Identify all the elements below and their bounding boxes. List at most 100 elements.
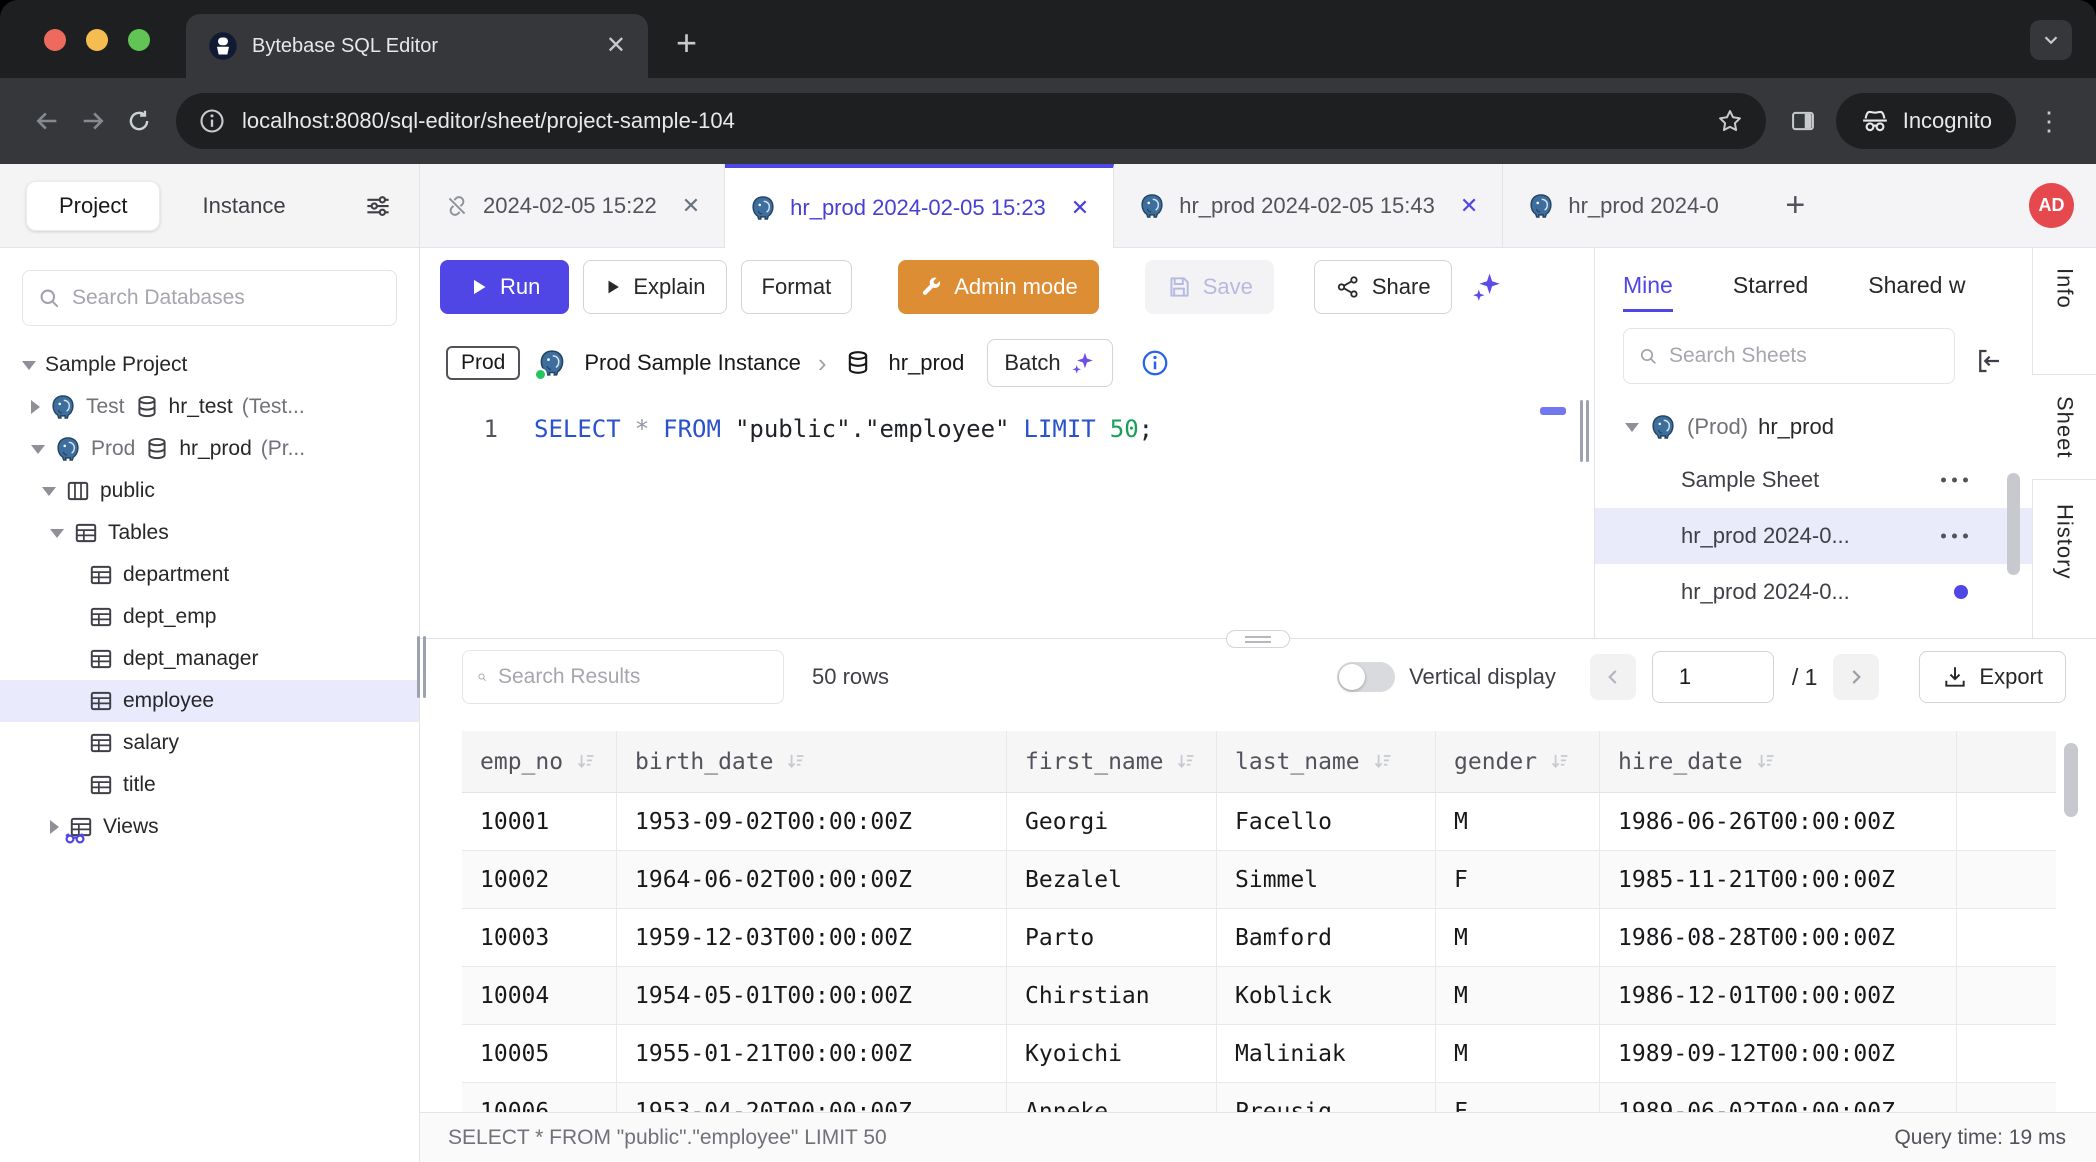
- sort-icon[interactable]: [1175, 751, 1197, 773]
- cell[interactable]: M: [1436, 793, 1600, 851]
- info-circle-icon[interactable]: [1140, 348, 1170, 378]
- tree-item-dept-manager[interactable]: dept_manager: [0, 638, 419, 680]
- run-button[interactable]: Run: [440, 260, 569, 314]
- ai-assistant-button[interactable]: [1470, 270, 1504, 304]
- prev-page-button[interactable]: [1590, 654, 1636, 700]
- cell[interactable]: Preusig: [1217, 1083, 1436, 1112]
- batch-button[interactable]: Batch: [987, 339, 1112, 387]
- close-icon[interactable]: ✕: [682, 193, 700, 219]
- sort-icon[interactable]: [1549, 751, 1571, 773]
- site-info-icon[interactable]: [198, 107, 226, 135]
- sheet-item-sample[interactable]: Sample Sheet: [1595, 452, 2032, 508]
- tab-search-chevron-icon[interactable]: [2030, 20, 2072, 60]
- sidebar-resize-handle[interactable]: [415, 636, 429, 698]
- sort-icon[interactable]: [1755, 751, 1777, 773]
- cell[interactable]: 10001: [462, 793, 617, 851]
- tree-item-dept-emp[interactable]: dept_emp: [0, 596, 419, 638]
- sheet-group-hr-prod[interactable]: (Prod) hr_prod: [1595, 402, 2032, 452]
- save-button[interactable]: Save: [1145, 260, 1274, 314]
- address-bar[interactable]: localhost:8080/sql-editor/sheet/project-…: [176, 93, 1766, 149]
- tree-item-hr-prod[interactable]: Prod hr_prod (Pr...: [0, 428, 419, 470]
- cell[interactable]: 1954-05-01T00:00:00Z: [617, 967, 1007, 1025]
- panel-resize-handle[interactable]: [1576, 248, 1594, 638]
- sheet-item-unsaved[interactable]: hr_prod 2024-0...: [1595, 564, 2032, 620]
- sheet-tab-active[interactable]: hr_prod 2024-02-05 15:23 ✕: [725, 164, 1114, 248]
- sort-icon[interactable]: [575, 751, 597, 773]
- tree-item-tables-group[interactable]: Tables: [0, 512, 419, 554]
- sheet-list-scrollbar[interactable]: [2007, 473, 2020, 575]
- tree-item-hr-test[interactable]: Test hr_test (Test...: [0, 386, 419, 428]
- cell[interactable]: F: [1436, 851, 1600, 909]
- more-icon[interactable]: [1941, 534, 1968, 539]
- cell[interactable]: 10002: [462, 851, 617, 909]
- cell[interactable]: M: [1436, 967, 1600, 1025]
- cell[interactable]: 1986-12-01T00:00:00Z: [1600, 967, 1957, 1025]
- avatar[interactable]: AD: [2029, 183, 2074, 228]
- sheet-tab-clipped[interactable]: hr_prod 2024-0: [1503, 164, 1765, 247]
- sheet-search[interactable]: [1623, 328, 1955, 384]
- tree-item-salary[interactable]: salary: [0, 722, 419, 764]
- table-row[interactable]: 100021964-06-02T00:00:00ZBezalelSimmelF1…: [462, 851, 2056, 909]
- table-row[interactable]: 100011953-09-02T00:00:00ZGeorgiFacelloM1…: [462, 793, 2056, 851]
- column-header[interactable]: first_name: [1007, 731, 1217, 793]
- cell[interactable]: Maliniak: [1217, 1025, 1436, 1083]
- tree-item-schema-public[interactable]: public: [0, 470, 419, 512]
- export-button[interactable]: Export: [1919, 651, 2066, 703]
- cell[interactable]: 1989-09-12T00:00:00Z: [1600, 1025, 1957, 1083]
- bookmark-star-icon[interactable]: [1716, 107, 1744, 135]
- tree-item-project[interactable]: Sample Project: [0, 344, 419, 386]
- sql-editor[interactable]: 1 SELECT*FROM"public"."employee"LIMIT50;: [420, 400, 1576, 638]
- browser-tab[interactable]: Bytebase SQL Editor ✕: [186, 14, 648, 78]
- tree-item-department[interactable]: department: [0, 554, 419, 596]
- format-button[interactable]: Format: [741, 260, 853, 314]
- tree-item-employee[interactable]: employee: [0, 680, 419, 722]
- cell[interactable]: Chirstian: [1007, 967, 1217, 1025]
- cell[interactable]: 1955-01-21T00:00:00Z: [617, 1025, 1007, 1083]
- explain-button[interactable]: Explain: [583, 260, 726, 314]
- cell[interactable]: 1953-09-02T00:00:00Z: [617, 793, 1007, 851]
- cell[interactable]: Georgi: [1007, 793, 1217, 851]
- cell[interactable]: Koblick: [1217, 967, 1436, 1025]
- column-header[interactable]: emp_no: [462, 731, 617, 793]
- tree-item-views-group[interactable]: Views: [0, 806, 419, 848]
- caret-right-icon[interactable]: [31, 400, 40, 414]
- table-row[interactable]: 100061953-04-20T00:00:00ZAnnekePreusigF1…: [462, 1083, 2056, 1112]
- sheet-tab-1543[interactable]: hr_prod 2024-02-05 15:43 ✕: [1114, 164, 1503, 247]
- sheet-tab-unsaved[interactable]: 2024-02-05 15:22 ✕: [420, 164, 725, 247]
- cell[interactable]: Kyoichi: [1007, 1025, 1217, 1083]
- search-results-input[interactable]: [498, 665, 769, 689]
- table-row[interactable]: 100031959-12-03T00:00:00ZPartoBamfordM19…: [462, 909, 2056, 967]
- table-row[interactable]: 100041954-05-01T00:00:00ZChirstianKoblic…: [462, 967, 2056, 1025]
- search-sheets-input[interactable]: [1669, 344, 1940, 368]
- rail-tab-history[interactable]: History: [2052, 504, 2078, 579]
- back-icon[interactable]: [24, 98, 70, 144]
- column-header[interactable]: last_name: [1217, 731, 1436, 793]
- tab-shared-with-me[interactable]: Shared w: [1868, 272, 1965, 312]
- sort-icon[interactable]: [1372, 751, 1394, 773]
- forward-icon[interactable]: [70, 98, 116, 144]
- cell[interactable]: 1985-11-21T00:00:00Z: [1600, 851, 1957, 909]
- page-number-input[interactable]: [1652, 651, 1774, 703]
- caret-down-icon[interactable]: [50, 529, 64, 538]
- close-icon[interactable]: ✕: [1460, 193, 1478, 219]
- database-search[interactable]: [22, 270, 397, 326]
- admin-mode-button[interactable]: Admin mode: [898, 260, 1099, 314]
- sheet-item-clipped[interactable]: hr_prod 2024-0: [1595, 620, 2032, 638]
- cell[interactable]: 1964-06-02T00:00:00Z: [617, 851, 1007, 909]
- cell[interactable]: 10005: [462, 1025, 617, 1083]
- cell[interactable]: 10004: [462, 967, 617, 1025]
- rail-tab-info[interactable]: Info: [2052, 268, 2078, 309]
- filter-icon[interactable]: [363, 191, 393, 221]
- next-page-button[interactable]: [1833, 654, 1879, 700]
- close-window-button[interactable]: [44, 29, 66, 51]
- rail-tab-sheet[interactable]: Sheet: [2032, 374, 2096, 480]
- cell[interactable]: F: [1436, 1083, 1600, 1112]
- editor-scrollbar-thumb[interactable]: [1540, 407, 1566, 415]
- caret-down-icon[interactable]: [42, 487, 56, 496]
- database-name[interactable]: hr_prod: [889, 350, 965, 376]
- results-search[interactable]: [462, 650, 784, 704]
- cell[interactable]: Bezalel: [1007, 851, 1217, 909]
- close-icon[interactable]: ✕: [1071, 195, 1089, 221]
- sheet-item-selected[interactable]: hr_prod 2024-0...: [1595, 508, 2032, 564]
- caret-down-icon[interactable]: [1625, 423, 1639, 432]
